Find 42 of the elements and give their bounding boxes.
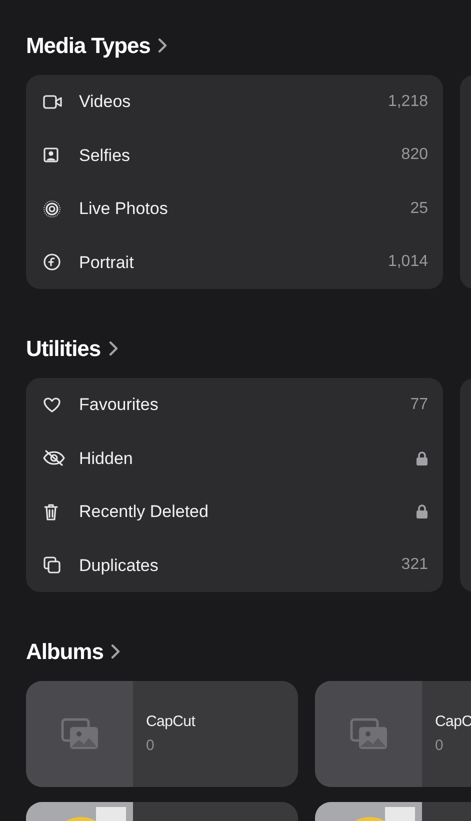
row-label: Duplicates (79, 554, 160, 576)
list-row[interactable]: Recently Deleted (26, 485, 443, 538)
heart-icon (43, 396, 61, 413)
list-row[interactable]: Hidden (26, 432, 443, 485)
stacked-photos-icon (60, 718, 98, 750)
row-label: Selfies (79, 144, 132, 166)
video-camera-icon (43, 94, 63, 110)
f-circle-icon (43, 253, 61, 272)
row-label: Portrait (79, 252, 135, 274)
stacked-squares-icon (43, 556, 61, 574)
album-title: CapCut (146, 712, 196, 732)
row-label: Videos (79, 91, 132, 113)
concentric-circles-icon (43, 200, 61, 218)
list-row[interactable]: Videos 1,218 (26, 75, 443, 128)
item-count: 1,014 (388, 252, 428, 272)
chevron-right-icon[interactable] (158, 38, 168, 52)
list-row[interactable]: Selfies 820 (26, 128, 443, 182)
row-label: Recently Deleted (79, 501, 210, 523)
list-row[interactable]: Live Photos 25 (26, 182, 443, 236)
album-card[interactable]: CapCut 0 (26, 681, 298, 787)
trash-icon (43, 502, 59, 521)
stacked-photos-icon (350, 718, 388, 750)
row-label: Live Photos (79, 198, 169, 220)
row-label: Hidden (79, 448, 134, 470)
portrait-icon (43, 147, 59, 164)
item-count: 77 (410, 394, 428, 415)
section-heading[interactable]: Utilities (26, 332, 101, 364)
section-heading[interactable]: Albums (26, 634, 104, 668)
eye-slash-icon (43, 450, 65, 466)
row-label: Favourites (79, 394, 160, 416)
list-row[interactable]: Portrait 1,014 (26, 236, 443, 289)
item-count: 1,218 (388, 92, 428, 112)
item-count: 820 (401, 145, 428, 166)
chevron-right-icon[interactable] (108, 340, 118, 356)
item-count: 321 (401, 555, 428, 576)
list-row[interactable]: Favourites 77 (26, 378, 443, 432)
chevron-right-icon[interactable] (111, 644, 120, 658)
item-count: 25 (410, 198, 428, 219)
album-count: 0 (146, 736, 156, 756)
section-heading[interactable]: Media Types (26, 28, 150, 62)
list-row[interactable]: Duplicates 321 (26, 538, 443, 592)
album-count: 0 (435, 736, 444, 756)
